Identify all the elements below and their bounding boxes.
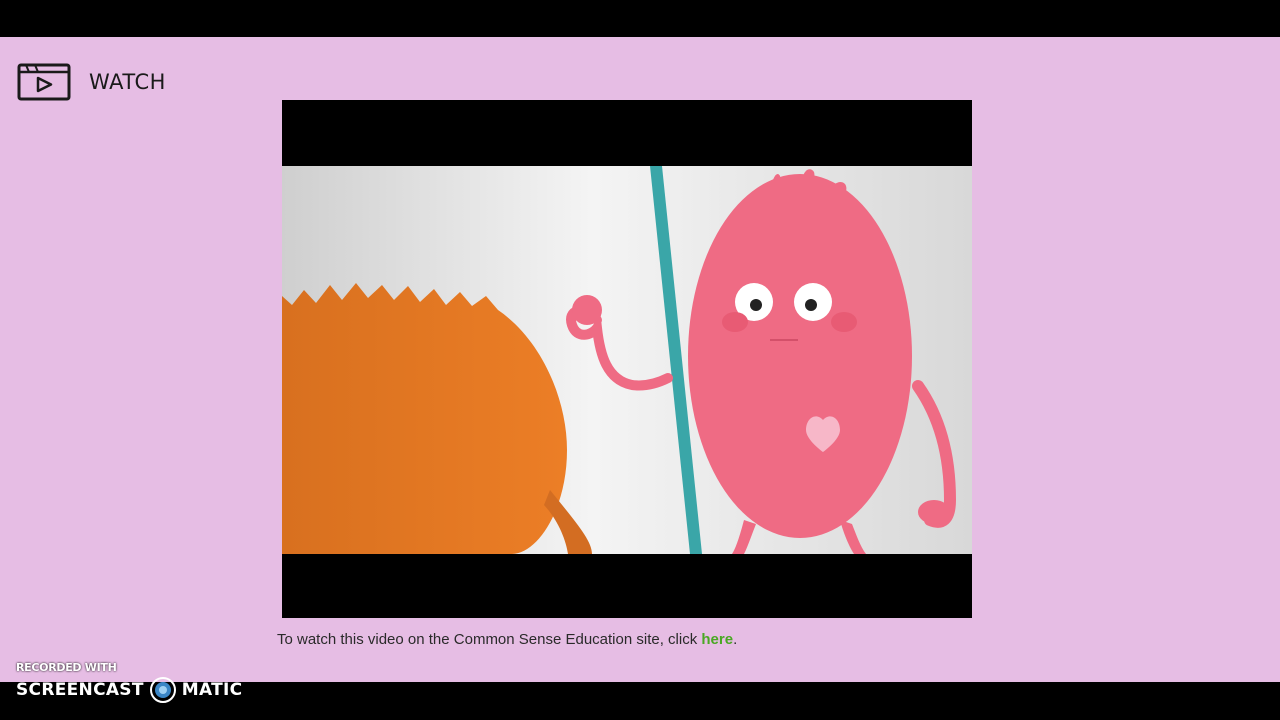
- video-player[interactable]: [282, 100, 972, 618]
- page: WATCH To watch this video on the Common …: [0, 37, 1280, 682]
- record-dot-icon: [149, 677, 176, 703]
- brand-left: SCREENCAST: [16, 680, 144, 700]
- caption-text: To watch this video on the Common Sense …: [277, 631, 702, 648]
- screencastomatic-watermark: RECORDED WITH SCREENCAST MATIC: [16, 661, 242, 703]
- video-player-icon: [17, 63, 71, 101]
- recorded-with-label: RECORDED WITH: [16, 661, 117, 674]
- here-link[interactable]: here: [701, 631, 733, 648]
- top-letterbox: [0, 0, 1280, 37]
- caption-suffix: .: [733, 631, 738, 648]
- watch-header: WATCH: [16, 61, 166, 103]
- video-caption: To watch this video on the Common Sense …: [277, 631, 737, 648]
- video-frame: [282, 100, 972, 618]
- brand-right: MATIC: [181, 680, 243, 700]
- watermark-brand: SCREENCAST MATIC: [16, 677, 242, 703]
- watch-title: WATCH: [89, 70, 166, 94]
